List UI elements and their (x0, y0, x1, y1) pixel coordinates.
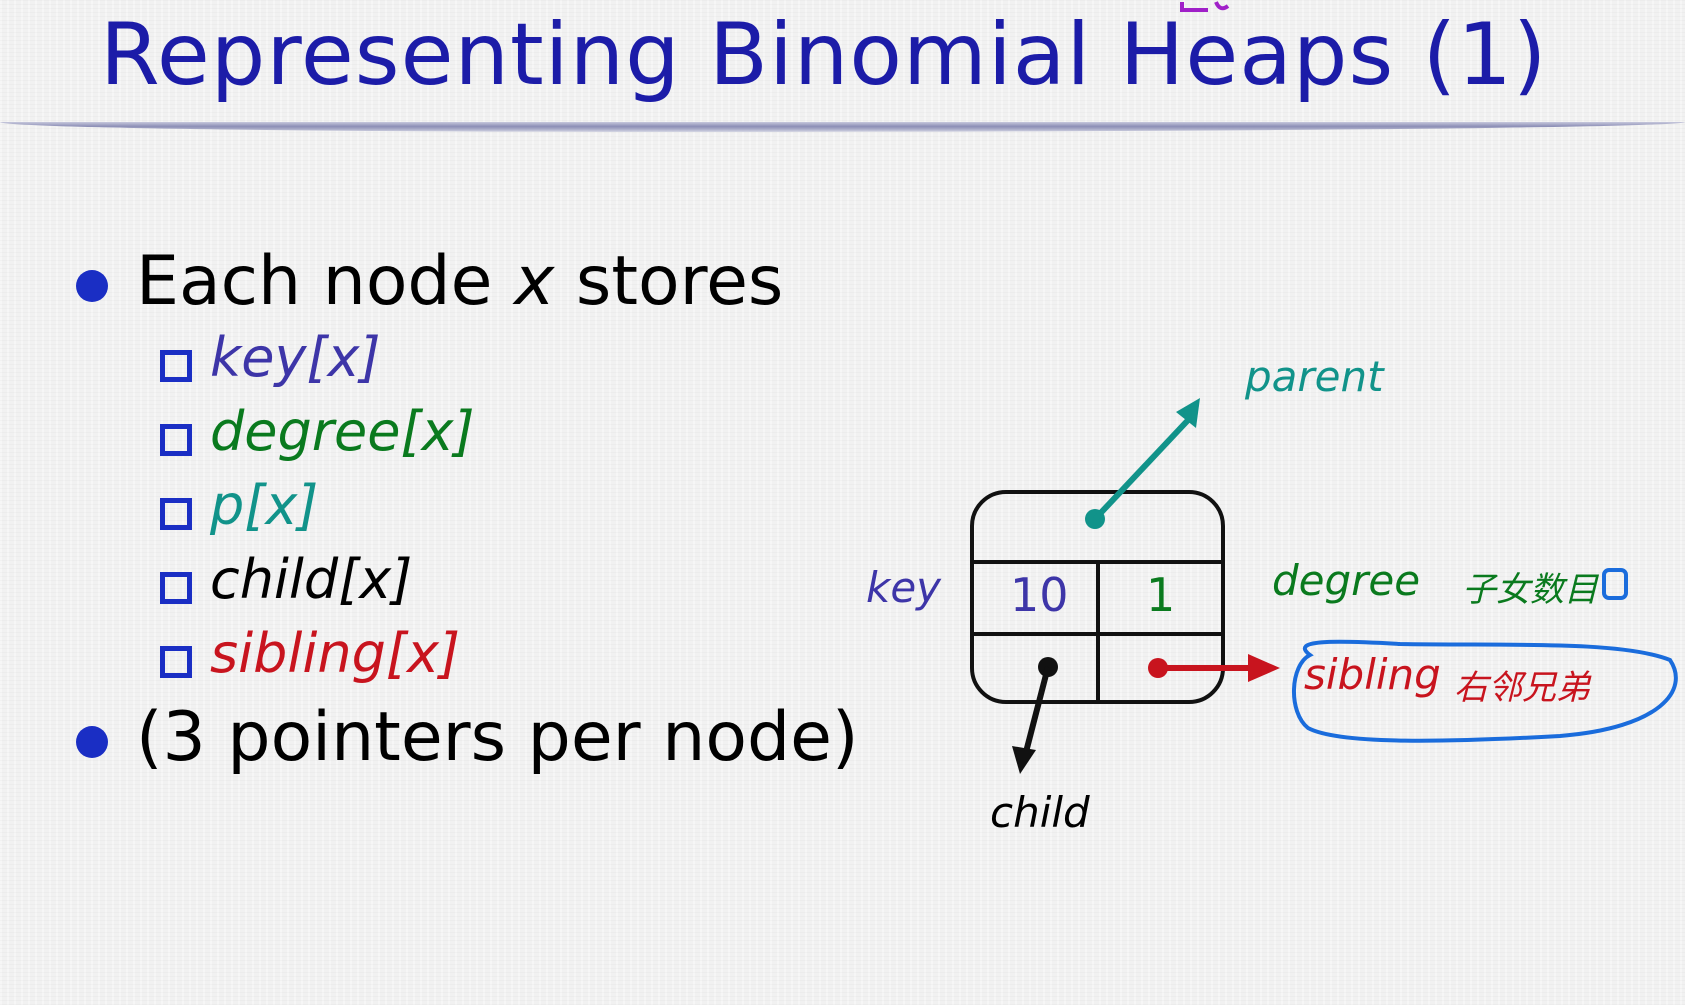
parent-pointer-arrow (1085, 398, 1200, 529)
label-key: key (866, 563, 942, 612)
degree-annotation: 子女数目 (1462, 570, 1598, 610)
sibling-annotation: 右邻兄弟 (1454, 668, 1590, 708)
node-key-value: 10 (1010, 568, 1069, 622)
node-degree-value: 1 (1146, 568, 1176, 622)
node-diagram (970, 398, 1678, 774)
label-sibling: sibling (1304, 650, 1441, 699)
sibling-pointer-arrow (1148, 654, 1280, 682)
child-pointer-arrow (1012, 657, 1058, 774)
annotation-box-mark (1602, 568, 1628, 600)
label-parent: parent (1245, 352, 1384, 401)
label-child: child (990, 788, 1090, 837)
label-degree: degree (1272, 556, 1421, 605)
